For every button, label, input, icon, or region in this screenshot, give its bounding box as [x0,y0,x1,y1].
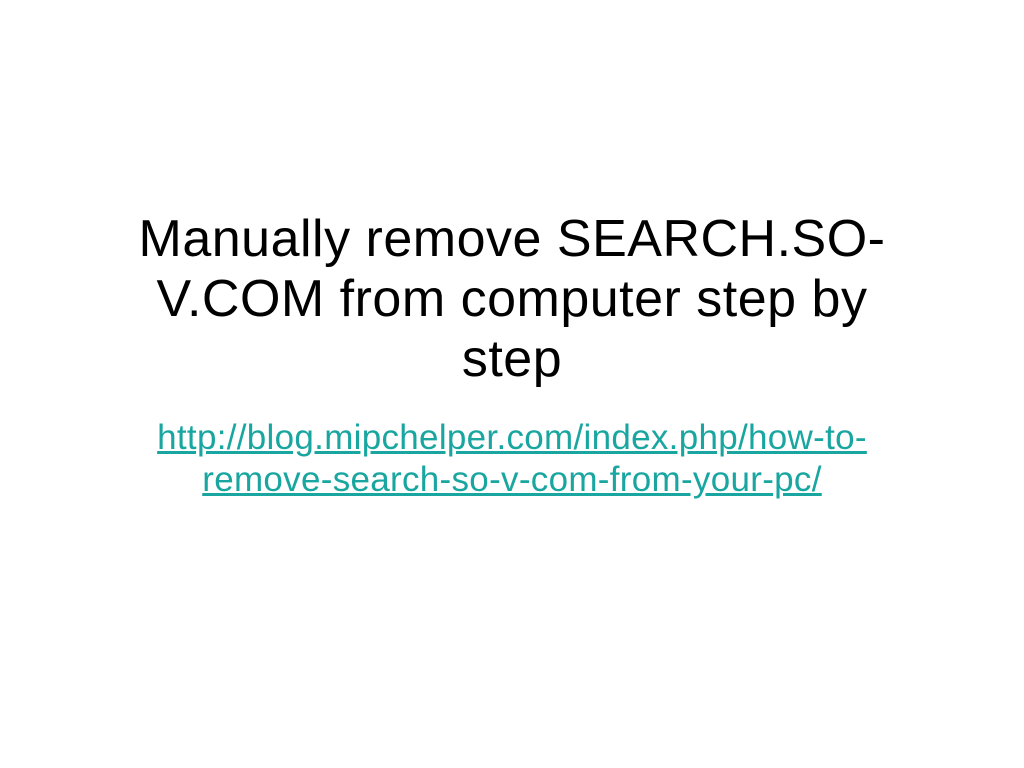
slide-title: Manually remove SEARCH.SO-V.COM from com… [102,210,922,389]
source-link[interactable]: http://blog.mipchelper.com/index.php/how… [152,417,872,501]
